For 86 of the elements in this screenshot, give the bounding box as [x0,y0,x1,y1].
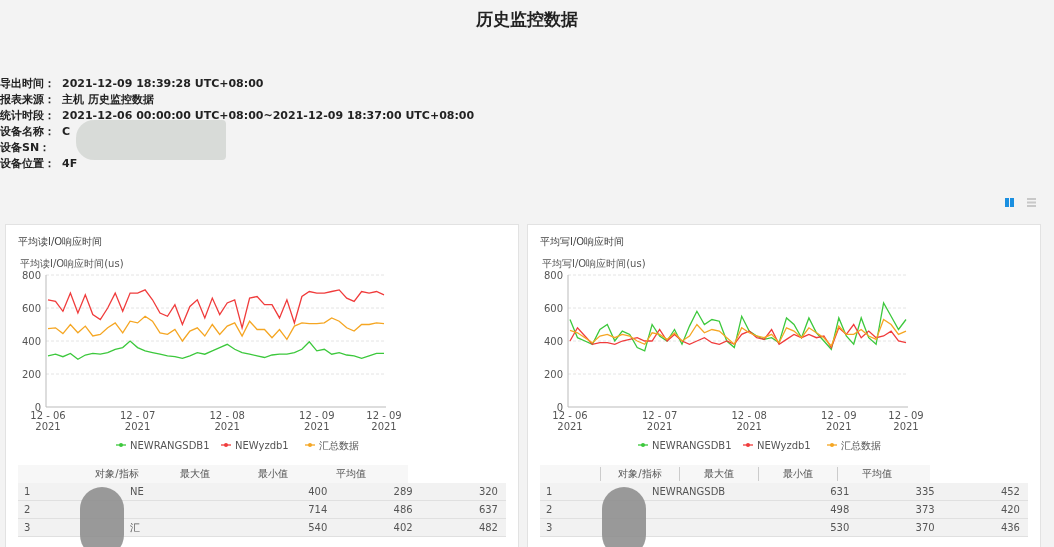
table-cell: 482 [478,522,498,533]
legend-marker [304,443,316,447]
row-index: 2 [24,504,31,515]
table-cell: 530 [830,522,850,533]
table-cell: 498 [830,504,850,515]
row-index: 1 [546,486,553,497]
y-tick-label: 200 [543,368,563,380]
info-value: 2021-12-06 00:00:00 UTC+08:00~2021-12-09 18:37:00 UTC+08:00 [62,108,475,124]
legend-label[interactable]: NEWyzdb1 [235,439,289,451]
column-header[interactable]: 平均值 [837,467,916,481]
y-axis-label: 平均写I/O响应时间(us) [542,258,646,269]
info-value: 4F [62,156,78,172]
legend-marker [742,443,754,447]
legend-marker [637,443,649,447]
column-header[interactable]: 平均值 [312,467,390,481]
info-value: C [62,124,71,140]
table-cell: 486 [393,504,413,515]
table-cell: 402 [393,522,413,533]
info-label: 统计时段： [0,108,56,124]
x-tick-label: 12 - 09 2021 [299,410,335,432]
y-tick-label: 400 [21,335,41,347]
table-cell: 370 [915,522,935,533]
table-cell: 631 [830,486,850,497]
card-title: 平均写I/O响应时间 [539,235,626,249]
column-header[interactable]: 最大值 [156,467,234,481]
info-label: 设备SN： [0,140,52,156]
legend-label[interactable]: 汇总数据 [319,439,359,451]
column-header[interactable]: 对象/指标 [78,467,156,481]
table-cell: 637 [478,504,498,515]
x-tick-label: 12 - 07 2021 [119,410,156,432]
redaction-mark [80,487,124,547]
column-header[interactable]: 最小值 [234,467,312,481]
y-tick-label: 200 [21,368,41,380]
row-index: 2 [546,504,553,515]
x-tick-label: 12 - 06 2021 [30,410,66,432]
x-tick-label: 12 - 09 2021 [366,410,402,432]
column-header[interactable]: 最小值 [758,467,837,481]
legend-label[interactable]: NEWRANGSDB1 [652,439,732,451]
x-tick-label: 12 - 07 2021 [641,410,678,432]
x-tick-label: 12 - 08 2021 [209,410,245,432]
row-index: 3 [546,522,553,533]
row-index: 3 [24,522,31,533]
table-cell: 714 [308,504,328,515]
chart-view-icon[interactable] [1005,198,1015,207]
legend-label[interactable]: 汇总数据 [841,439,881,451]
legend-marker [826,443,838,447]
table-cell: 335 [915,486,935,497]
legend-marker [115,443,127,447]
column-header[interactable]: 对象/指标 [600,467,679,481]
legend-label[interactable]: NEWyzdb1 [757,439,811,451]
y-tick-label: 800 [21,269,41,281]
info-value: 2021-12-09 18:39:28 UTC+08:00 [62,76,264,92]
table-cell: 436 [1000,522,1020,533]
x-tick-label: 12 - 06 2021 [552,410,588,432]
y-tick-label: 0 [34,401,41,413]
table-cell: NE [130,486,144,497]
table-cell: 汇 [130,521,140,533]
y-axis-label: 平均读I/O响应时间(us) [20,258,124,269]
table-cell: NEWRANGSDB [652,486,726,497]
card-title: 平均读I/O响应时间 [17,235,104,249]
info-label: 报表来源： [0,92,56,108]
table-cell: 452 [1000,486,1020,497]
column-header[interactable]: 最大值 [679,467,758,481]
y-tick-label: 600 [21,302,41,314]
page-title: 历史监控数据 [475,8,579,31]
y-tick-label: 600 [543,302,563,314]
x-tick-label: 12 - 08 2021 [731,410,767,432]
table-cell: 320 [478,486,498,497]
table-cell: 540 [308,522,328,533]
info-label: 设备位置： [0,156,56,172]
table-cell: 420 [1000,504,1020,515]
table-cell: 373 [915,504,935,515]
y-tick-label: 400 [543,335,563,347]
y-tick-label: 800 [543,269,563,281]
table-cell: 400 [308,486,328,497]
info-value: 主机 历史监控数据 [62,92,154,108]
info-label: 设备名称： [0,124,56,140]
y-tick-label: 0 [556,401,563,413]
table-cell: 289 [393,486,413,497]
x-tick-label: 12 - 09 2021 [821,410,857,432]
redaction-mark [602,487,646,547]
legend-marker [220,443,232,447]
row-index: 1 [24,486,31,497]
legend-label[interactable]: NEWRANGSDB1 [130,439,210,451]
info-label: 导出时间： [0,76,56,92]
x-tick-label: 12 - 09 2021 [888,410,924,432]
